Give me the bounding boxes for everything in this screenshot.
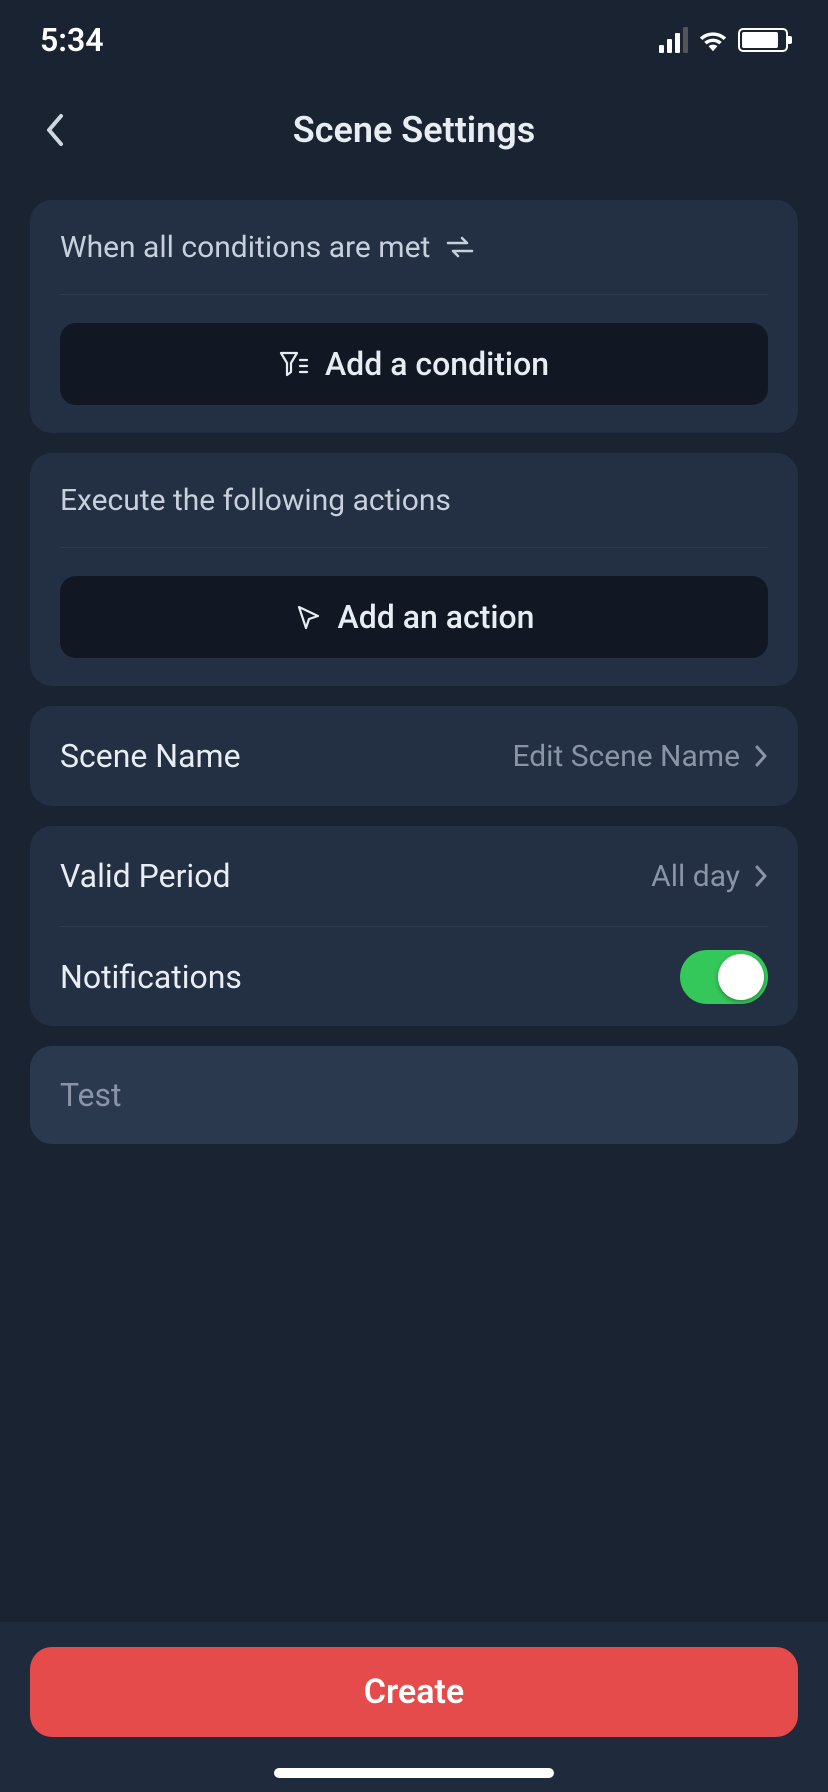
chevron-left-icon bbox=[45, 113, 65, 147]
content-area: When all conditions are met A bbox=[0, 180, 828, 1622]
add-action-label: Add an action bbox=[338, 598, 535, 636]
cellular-signal-icon bbox=[659, 27, 688, 53]
wifi-icon bbox=[698, 28, 728, 52]
swap-icon bbox=[445, 235, 475, 259]
chevron-right-icon bbox=[754, 864, 768, 888]
status-time: 5:34 bbox=[40, 21, 104, 59]
scene-name-value: Edit Scene Name bbox=[512, 739, 740, 774]
create-button[interactable]: Create bbox=[30, 1647, 798, 1737]
scene-name-label: Scene Name bbox=[60, 737, 241, 775]
scene-name-card: Scene Name Edit Scene Name bbox=[30, 706, 798, 806]
home-indicator[interactable] bbox=[274, 1768, 554, 1778]
filter-icon bbox=[279, 350, 309, 378]
footer: Create bbox=[0, 1622, 828, 1792]
notifications-label: Notifications bbox=[60, 958, 242, 996]
notifications-toggle[interactable] bbox=[680, 950, 768, 1004]
cursor-icon bbox=[294, 603, 322, 631]
add-condition-button[interactable]: Add a condition bbox=[60, 323, 768, 405]
status-indicators bbox=[659, 27, 788, 53]
valid-period-row[interactable]: Valid Period All day bbox=[60, 826, 768, 926]
conditions-header-label: When all conditions are met bbox=[60, 230, 430, 265]
actions-header-label: Execute the following actions bbox=[60, 483, 451, 518]
valid-period-value: All day bbox=[651, 859, 740, 894]
add-action-button[interactable]: Add an action bbox=[60, 576, 768, 658]
valid-period-label: Valid Period bbox=[60, 857, 230, 895]
status-bar: 5:34 bbox=[0, 0, 828, 80]
actions-header: Execute the following actions bbox=[60, 453, 768, 548]
scene-name-row[interactable]: Scene Name Edit Scene Name bbox=[60, 706, 768, 806]
conditions-card: When all conditions are met A bbox=[30, 200, 798, 433]
test-button[interactable]: Test bbox=[30, 1046, 798, 1144]
page-title: Scene Settings bbox=[293, 109, 536, 151]
test-label: Test bbox=[60, 1076, 122, 1114]
create-label: Create bbox=[364, 1672, 464, 1712]
settings-card: Valid Period All day Notifications bbox=[30, 826, 798, 1026]
conditions-header[interactable]: When all conditions are met bbox=[60, 200, 768, 295]
actions-card: Execute the following actions Add an act… bbox=[30, 453, 798, 686]
battery-icon bbox=[738, 28, 788, 52]
nav-bar: Scene Settings bbox=[0, 80, 828, 180]
back-button[interactable] bbox=[30, 105, 80, 155]
notifications-row: Notifications bbox=[60, 926, 768, 1026]
chevron-right-icon bbox=[754, 744, 768, 768]
add-condition-label: Add a condition bbox=[325, 345, 549, 383]
